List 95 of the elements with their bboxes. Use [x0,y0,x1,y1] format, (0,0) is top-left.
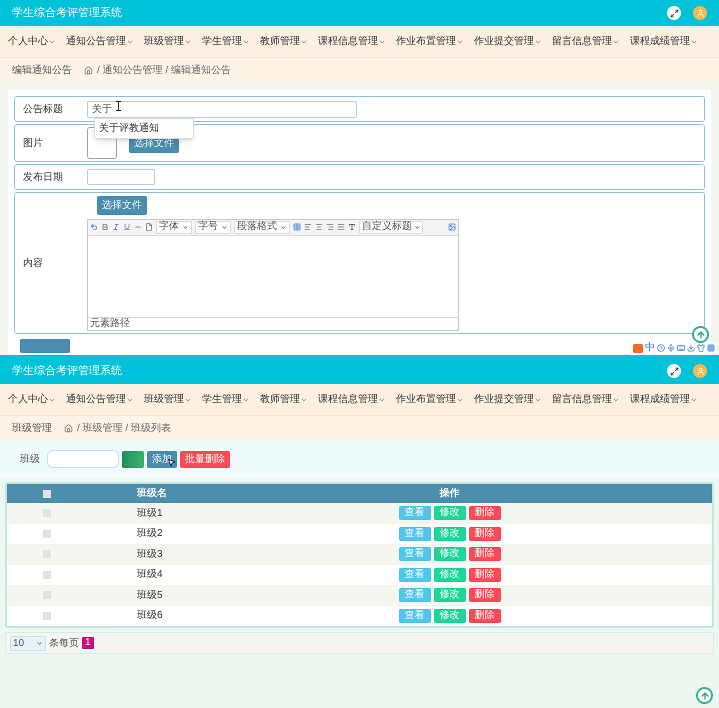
nav-menu[interactable]: 留言信息管理 [552,392,620,407]
page-size-select[interactable]: 10 [10,636,46,650]
page-button[interactable]: 1 [82,637,94,649]
table-cell-text: 班级5 [136,588,164,603]
nav-menu[interactable]: 通知公告管理 [66,392,134,407]
nav-menu[interactable]: 课程成绩管理 [630,392,698,407]
text-cursor-icon [116,101,121,111]
align-left-icon[interactable] [304,223,312,231]
undo-icon[interactable] [90,223,98,231]
align-right-icon[interactable] [326,223,334,231]
rich-text-editor[interactable]: 字体 字号 段落格式 自定义标题 元素路径 [87,218,459,330]
row-checkbox[interactable] [43,570,51,579]
bold-icon[interactable] [101,223,109,231]
table-cell-text: 班级4 [136,568,164,582]
column-header: 操作 [438,486,460,501]
nav-menu[interactable]: 课程信息管理 [318,34,386,49]
field-label: 公告标题 [22,102,64,116]
date-input[interactable] [87,169,155,185]
toolbar-select[interactable]: 字号 [195,220,231,234]
document-icon[interactable] [145,223,153,231]
fullscreen-button[interactable] [667,364,681,378]
arrow-up-icon [696,330,706,340]
italic-icon[interactable] [112,223,120,231]
toolbar-select[interactable]: 字体 [156,220,192,234]
field-label: 发布日期 [22,170,64,184]
home-icon[interactable] [64,424,73,432]
caret-icon [280,224,287,230]
page-size-label: 条每页 [49,636,79,650]
nav-menu[interactable]: 教师管理 [260,34,308,49]
nav-menu[interactable]: 学生管理 [202,34,250,49]
nav-menu[interactable]: 班级管理 [144,34,192,49]
field-label: 内容 [22,256,44,270]
back-to-top-button[interactable] [696,687,713,704]
nav-menu[interactable]: 班级管理 [144,392,192,407]
table-cell-text: 班级6 [136,608,164,624]
breadcrumb-path: / 班级管理 / 班级列表 [77,422,171,436]
row-checkbox[interactable] [43,530,51,538]
breadcrumb-path: / 通知公告管理 / 编辑通知公告 [97,64,231,78]
toolbox-icon[interactable] [707,344,715,352]
justify-icon[interactable] [337,223,345,231]
caret-icon [221,224,228,230]
caret-icon [36,640,43,646]
nav-menu[interactable]: 学生管理 [202,392,250,407]
toolbar-select[interactable]: 自定义标题 [359,220,423,234]
input-mode-indicator[interactable]: 中 [645,343,655,353]
app-title: 学生综合考评管理系统 [12,364,122,379]
user-icon [696,8,704,18]
clock-icon[interactable] [657,344,665,352]
row-checkbox[interactable] [43,612,51,620]
table-cell-text: 班级3 [136,548,164,562]
avatar[interactable] [693,364,707,378]
nav-menu[interactable]: 个人中心 [8,392,56,407]
nav-menu[interactable]: 课程成绩管理 [630,34,698,49]
table-cell-text: 班级1 [136,506,164,521]
nav-menu[interactable]: 作业布置管理 [396,34,464,49]
row-checkbox[interactable] [43,490,51,498]
arrow-up-icon [700,690,710,700]
user-icon [696,366,704,376]
column-header: 班级名 [136,486,168,501]
image-icon[interactable] [448,223,456,231]
app-title: 学生综合考评管理系统 [12,6,122,21]
autocomplete-menu[interactable]: 关于评教通知 [94,118,194,139]
title-input[interactable]: 关于 [87,100,357,118]
caret-icon [414,224,421,230]
element-path: 元素路径 [90,318,130,328]
field-label: 图片 [22,136,44,150]
expand-icon [670,366,678,376]
font-color-icon[interactable] [348,223,356,231]
download-icon[interactable] [687,344,695,352]
class-search-field[interactable] [47,450,119,468]
nav-menu[interactable]: 作业提交管理 [474,392,542,407]
nav-menu[interactable]: 教师管理 [260,392,308,407]
expand-icon [670,8,678,18]
nav-menu[interactable]: 留言信息管理 [552,34,620,49]
caret-icon [182,224,189,230]
align-center-icon[interactable] [315,223,323,231]
nav-menu[interactable]: 通知公告管理 [66,34,134,49]
search-label: 班级 [19,452,40,466]
keyboard-icon[interactable] [677,344,685,352]
avatar[interactable] [693,6,707,20]
home-icon[interactable] [84,66,93,74]
underline-icon[interactable] [123,223,131,231]
toolbar-select[interactable]: 段落格式 [234,220,290,234]
page-title: 编辑通知公告 [12,64,72,78]
page-title: 班级管理 [12,422,52,436]
nav-menu[interactable]: 个人中心 [8,34,56,49]
fullscreen-button[interactable] [667,6,681,20]
microphone-icon[interactable] [667,344,675,352]
choose-file-button[interactable]: 选择文件 [97,196,147,214]
nav-menu[interactable]: 作业提交管理 [474,34,542,49]
search-button[interactable] [122,450,144,468]
table-icon[interactable] [293,223,301,231]
table-cell-text: 班级2 [136,526,164,542]
nav-menu[interactable]: 课程信息管理 [318,392,386,407]
nav-menu[interactable]: 作业布置管理 [396,392,464,407]
